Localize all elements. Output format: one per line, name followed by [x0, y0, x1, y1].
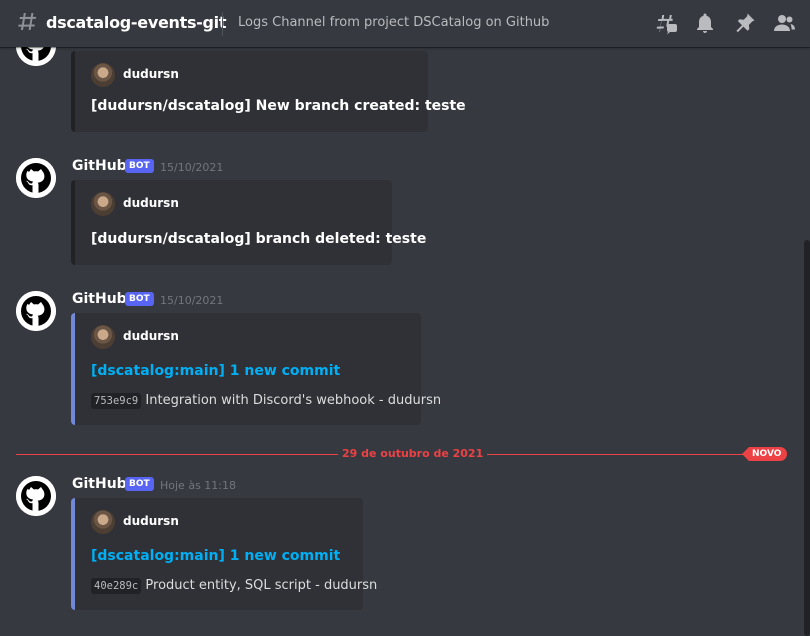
- channel-name: dscatalog-events-git: [46, 13, 227, 32]
- github-icon: [16, 476, 56, 516]
- embed-author-name[interactable]: dudursn: [123, 514, 179, 528]
- commit-hash[interactable]: 40e289c: [91, 578, 142, 594]
- message-author[interactable]: GitHub: [72, 291, 127, 307]
- commit-message: Integration with Discord's webhook - dud…: [145, 393, 442, 408]
- message-author[interactable]: GitHub: [72, 158, 127, 174]
- bot-tag: BOT: [125, 477, 154, 491]
- message-timestamp[interactable]: 15/10/2021: [160, 294, 223, 307]
- message-timestamp[interactable]: 15/10/2021: [160, 161, 223, 174]
- github-avatar[interactable]: [16, 291, 56, 331]
- github-icon: [16, 291, 56, 331]
- embed-author-avatar[interactable]: [91, 192, 115, 216]
- commit-message: Product entity, SQL script - dudursn: [145, 578, 378, 593]
- github-avatar[interactable]: [16, 158, 56, 198]
- embed-title: [dudursn/dscatalog] branch deleted: test…: [91, 231, 427, 247]
- github-avatar[interactable]: [16, 476, 56, 516]
- embed-title-link[interactable]: [dscatalog:main] 1 new commit: [91, 363, 340, 379]
- commit-hash[interactable]: 753e9c9: [91, 393, 142, 409]
- embed-title: [dudursn/dscatalog] New branch created: …: [91, 98, 466, 114]
- embed-author-avatar[interactable]: [91, 325, 115, 349]
- channel-header: dscatalog-events-git Logs Channel from p…: [0, 0, 810, 47]
- embed-card: dudursn [dscatalog:main] 1 new commit 75…: [71, 313, 441, 425]
- embed-author-name[interactable]: dudursn: [123, 196, 179, 210]
- pin-icon[interactable]: [733, 11, 757, 35]
- scrollbar[interactable]: [804, 240, 810, 636]
- hashtag-icon: [18, 13, 37, 30]
- bell-icon[interactable]: [693, 11, 717, 35]
- embed-card: dudursn [dudursn/dscatalog] New branch c…: [71, 51, 466, 132]
- bot-tag: BOT: [125, 159, 154, 173]
- embed-author-avatar[interactable]: [91, 63, 115, 87]
- commit-line: 753e9c9 Integration with Discord's webho…: [91, 393, 442, 409]
- header-divider: [222, 12, 223, 36]
- message-timestamp[interactable]: Hoje às 11:18: [160, 479, 236, 492]
- new-messages-marker: NOVO: [742, 447, 788, 461]
- bot-tag: BOT: [125, 292, 154, 306]
- embed-author-name[interactable]: dudursn: [123, 329, 179, 343]
- channel-topic[interactable]: Logs Channel from project DSCatalog on G…: [238, 15, 549, 30]
- members-icon[interactable]: [772, 11, 796, 35]
- embed-author-avatar[interactable]: [91, 510, 115, 534]
- embed-title-link[interactable]: [dscatalog:main] 1 new commit: [91, 548, 340, 564]
- commit-line: 40e289c Product entity, SQL script - dud…: [91, 578, 378, 594]
- embed-card: dudursn [dscatalog:main] 1 new commit 40…: [71, 498, 377, 610]
- embed-author-name[interactable]: dudursn: [123, 67, 179, 81]
- github-icon: [16, 158, 56, 198]
- date-separator-label: 29 de outubro de 2021: [338, 447, 488, 460]
- message-author[interactable]: GitHub: [72, 476, 127, 492]
- embed-card: dudursn [dudursn/dscatalog] branch delet…: [71, 180, 426, 265]
- threads-icon[interactable]: [654, 11, 678, 35]
